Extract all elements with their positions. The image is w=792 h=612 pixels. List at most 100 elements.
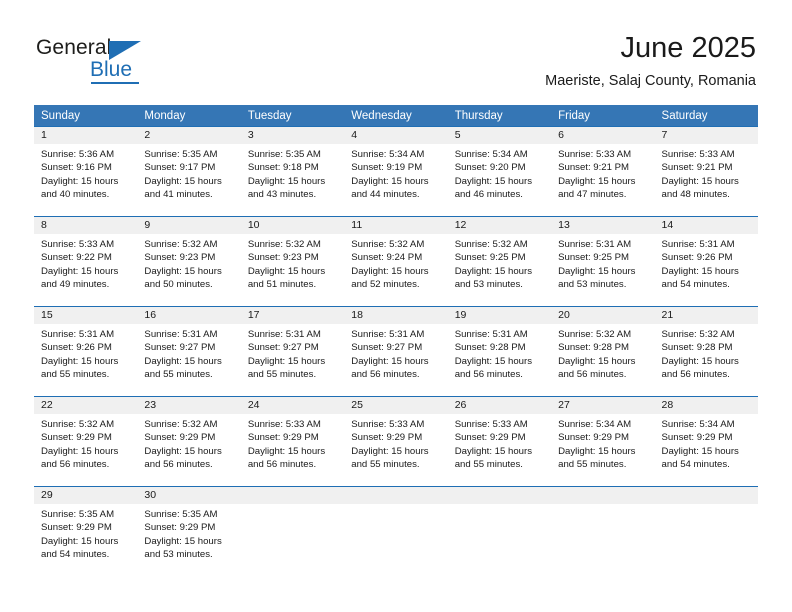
calendar-day-cell[interactable]: 2 Sunrise: 5:35 AM Sunset: 9:17 PM Daylight… bbox=[137, 126, 241, 216]
calendar-day-cell[interactable]: 23 Sunrise: 5:32 AM Sunset: 9:29 PM Dayligh… bbox=[137, 396, 241, 486]
calendar-day-cell[interactable]: 13 Sunrise: 5:31 AM Sunset: 9:25 PM Dayligh… bbox=[551, 216, 655, 306]
day-details: Sunrise: 5:35 AM Sunset: 9:29 PM Daylight:… bbox=[34, 504, 137, 562]
day-detail-sunrise: Sunrise: 5:31 AM bbox=[558, 239, 632, 250]
day-number: 25 bbox=[344, 397, 448, 414]
day-cell-content: 7 Sunrise: 5:33 AM Sunset: 9:21 PM Daylight… bbox=[654, 126, 758, 216]
calendar-day-cell[interactable]: 17 Sunrise: 5:31 AM Sunset: 9:27 PM Dayligh… bbox=[240, 306, 345, 396]
day-detail-sunset: Sunset: 9:29 PM bbox=[144, 432, 216, 444]
day-cell-content: 15 Sunrise: 5:31 AM Sunset: 9:26 PM Dayligh… bbox=[34, 306, 138, 396]
calendar-day-cell[interactable]: 11 Sunrise: 5:32 AM Sunset: 9:24 PM Dayligh… bbox=[344, 216, 448, 306]
day-detail-daylight2: and 55 minutes. bbox=[558, 459, 627, 471]
day-detail-daylight2: and 48 minutes. bbox=[661, 189, 730, 201]
day-details: Sunrise: 5:34 AM Sunset: 9:19 PM Daylight:… bbox=[344, 144, 447, 202]
weekday-header-sunday: Sunday bbox=[34, 105, 138, 126]
day-detail-sunrise: Sunrise: 5:32 AM bbox=[41, 419, 115, 430]
calendar-day-cell[interactable] bbox=[551, 486, 655, 576]
day-detail-daylight2: and 56 minutes. bbox=[558, 369, 627, 381]
day-detail-sunrise: Sunrise: 5:32 AM bbox=[351, 239, 425, 250]
day-number bbox=[551, 487, 655, 504]
day-details bbox=[551, 504, 654, 508]
calendar-day-cell[interactable]: 21 Sunrise: 5:32 AM Sunset: 9:28 PM Dayligh… bbox=[654, 306, 758, 396]
calendar-day-cell[interactable]: 10 Sunrise: 5:32 AM Sunset: 9:23 PM Dayligh… bbox=[240, 216, 345, 306]
calendar-day-cell[interactable]: 22 Sunrise: 5:32 AM Sunset: 9:29 PM Dayligh… bbox=[34, 396, 138, 486]
calendar-day-cell[interactable] bbox=[240, 486, 345, 576]
general-blue-logo[interactable]: General Blue bbox=[36, 36, 156, 84]
day-detail-sunrise: Sunrise: 5:34 AM bbox=[454, 149, 528, 160]
day-detail-daylight1: Daylight: 15 hours bbox=[247, 355, 326, 367]
day-detail-daylight2: and 56 minutes. bbox=[454, 369, 523, 381]
day-number: 16 bbox=[137, 307, 241, 324]
day-number: 22 bbox=[34, 397, 138, 414]
day-detail-sunrise: Sunrise: 5:31 AM bbox=[41, 329, 115, 340]
day-detail-daylight1: Daylight: 15 hours bbox=[661, 445, 739, 457]
day-cell-content: 3 Sunrise: 5:35 AM Sunset: 9:18 PM Daylight… bbox=[240, 126, 345, 216]
calendar-day-cell[interactable]: 14 Sunrise: 5:31 AM Sunset: 9:26 PM Dayligh… bbox=[654, 216, 758, 306]
day-cell-content: 17 Sunrise: 5:31 AM Sunset: 9:27 PM Dayligh… bbox=[240, 306, 345, 396]
calendar-day-cell[interactable]: 3 Sunrise: 5:35 AM Sunset: 9:18 PM Daylight… bbox=[240, 126, 345, 216]
day-details: Sunrise: 5:35 AM Sunset: 9:18 PM Daylight:… bbox=[241, 144, 344, 202]
day-detail-sunset: Sunset: 9:27 PM bbox=[144, 342, 216, 354]
calendar-day-cell[interactable]: 1 Sunrise: 5:36 AM Sunset: 9:16 PM Daylight… bbox=[34, 126, 138, 216]
day-details: Sunrise: 5:32 AM Sunset: 9:29 PM Daylight:… bbox=[137, 414, 240, 472]
calendar-day-cell[interactable]: 20 Sunrise: 5:32 AM Sunset: 9:28 PM Dayligh… bbox=[551, 306, 655, 396]
calendar-day-cell[interactable]: 16 Sunrise: 5:31 AM Sunset: 9:27 PM Dayligh… bbox=[137, 306, 241, 396]
calendar-day-cell[interactable]: 26 Sunrise: 5:33 AM Sunset: 9:29 PM Dayligh… bbox=[447, 396, 552, 486]
day-number: 1 bbox=[34, 127, 138, 144]
calendar-day-cell[interactable]: 27 Sunrise: 5:34 AM Sunset: 9:29 PM Dayligh… bbox=[551, 396, 655, 486]
day-detail-daylight1: Daylight: 15 hours bbox=[558, 445, 636, 457]
calendar-day-cell[interactable]: 28 Sunrise: 5:34 AM Sunset: 9:29 PM Dayligh… bbox=[654, 396, 758, 486]
day-details: Sunrise: 5:32 AM Sunset: 9:29 PM Daylight:… bbox=[34, 414, 137, 472]
day-detail-sunset: Sunset: 9:29 PM bbox=[558, 432, 630, 444]
day-detail-daylight1: Daylight: 15 hours bbox=[247, 265, 326, 277]
day-detail-daylight1: Daylight: 15 hours bbox=[454, 175, 533, 187]
calendar-week-row: 1 Sunrise: 5:36 AM Sunset: 9:16 PM Daylight… bbox=[34, 126, 758, 216]
day-detail-sunset: Sunset: 9:21 PM bbox=[558, 162, 630, 174]
day-number: 8 bbox=[34, 217, 138, 234]
day-detail-sunrise: Sunrise: 5:32 AM bbox=[558, 329, 632, 340]
day-cell-content: 20 Sunrise: 5:32 AM Sunset: 9:28 PM Dayligh… bbox=[551, 306, 655, 396]
weekday-header-tuesday: Tuesday bbox=[240, 105, 345, 126]
day-details: Sunrise: 5:31 AM Sunset: 9:27 PM Daylight:… bbox=[344, 324, 447, 382]
calendar-day-cell[interactable]: 7 Sunrise: 5:33 AM Sunset: 9:21 PM Daylight… bbox=[654, 126, 758, 216]
day-detail-sunset: Sunset: 9:27 PM bbox=[351, 342, 423, 354]
calendar-day-cell[interactable]: 8 Sunrise: 5:33 AM Sunset: 9:22 PM Daylight… bbox=[34, 216, 138, 306]
day-cell-content: 2 Sunrise: 5:35 AM Sunset: 9:17 PM Daylight… bbox=[137, 126, 241, 216]
calendar-day-cell[interactable]: 6 Sunrise: 5:33 AM Sunset: 9:21 PM Daylight… bbox=[551, 126, 655, 216]
day-detail-sunrise: Sunrise: 5:36 AM bbox=[41, 149, 115, 160]
day-details: Sunrise: 5:32 AM Sunset: 9:28 PM Daylight:… bbox=[655, 324, 758, 382]
day-details: Sunrise: 5:33 AM Sunset: 9:21 PM Daylight:… bbox=[551, 144, 654, 202]
calendar-day-cell[interactable] bbox=[654, 486, 758, 576]
day-detail-daylight2: and 55 minutes. bbox=[454, 459, 523, 471]
calendar-day-cell[interactable]: 4 Sunrise: 5:34 AM Sunset: 9:19 PM Daylight… bbox=[344, 126, 448, 216]
calendar-day-cell[interactable]: 25 Sunrise: 5:33 AM Sunset: 9:29 PM Dayligh… bbox=[344, 396, 448, 486]
weekday-header-monday: Monday bbox=[137, 105, 241, 126]
day-detail-sunset: Sunset: 9:16 PM bbox=[41, 162, 112, 174]
calendar-day-cell[interactable]: 30 Sunrise: 5:35 AM Sunset: 9:29 PM Dayligh… bbox=[137, 486, 241, 576]
page-title: June 2025 bbox=[620, 32, 756, 64]
day-detail-sunrise: Sunrise: 5:33 AM bbox=[558, 149, 632, 160]
calendar-day-cell[interactable]: 19 Sunrise: 5:31 AM Sunset: 9:28 PM Dayligh… bbox=[447, 306, 552, 396]
calendar-day-cell[interactable]: 12 Sunrise: 5:32 AM Sunset: 9:25 PM Dayligh… bbox=[447, 216, 552, 306]
calendar-day-cell[interactable]: 18 Sunrise: 5:31 AM Sunset: 9:27 PM Dayligh… bbox=[344, 306, 448, 396]
day-details: Sunrise: 5:32 AM Sunset: 9:24 PM Daylight:… bbox=[344, 234, 447, 292]
day-detail-sunset: Sunset: 9:25 PM bbox=[558, 252, 630, 264]
day-cell-content: 18 Sunrise: 5:31 AM Sunset: 9:27 PM Dayligh… bbox=[344, 306, 448, 396]
calendar-day-cell[interactable] bbox=[447, 486, 552, 576]
day-detail-daylight1: Daylight: 15 hours bbox=[247, 445, 326, 457]
calendar-day-cell[interactable]: 5 Sunrise: 5:34 AM Sunset: 9:20 PM Daylight… bbox=[447, 126, 552, 216]
day-number: 15 bbox=[34, 307, 138, 324]
day-cell-content: 12 Sunrise: 5:32 AM Sunset: 9:25 PM Dayligh… bbox=[447, 216, 552, 306]
day-detail-daylight2: and 52 minutes. bbox=[351, 279, 420, 291]
day-cell-empty bbox=[654, 486, 758, 576]
calendar-day-cell[interactable]: 29 Sunrise: 5:35 AM Sunset: 9:29 PM Dayligh… bbox=[34, 486, 138, 576]
day-number bbox=[654, 487, 758, 504]
day-cell-content: 19 Sunrise: 5:31 AM Sunset: 9:28 PM Dayligh… bbox=[447, 306, 552, 396]
calendar-day-cell[interactable]: 24 Sunrise: 5:33 AM Sunset: 9:29 PM Dayligh… bbox=[240, 396, 345, 486]
day-detail-daylight1: Daylight: 15 hours bbox=[144, 265, 222, 277]
day-number: 5 bbox=[447, 127, 552, 144]
calendar-day-cell[interactable] bbox=[344, 486, 448, 576]
calendar-day-cell[interactable]: 9 Sunrise: 5:32 AM Sunset: 9:23 PM Daylight… bbox=[137, 216, 241, 306]
day-detail-sunset: Sunset: 9:26 PM bbox=[661, 252, 733, 264]
weekday-header-row: Sunday Monday Tuesday Wednesday Thursday… bbox=[34, 105, 758, 126]
calendar-day-cell[interactable]: 15 Sunrise: 5:31 AM Sunset: 9:26 PM Dayligh… bbox=[34, 306, 138, 396]
